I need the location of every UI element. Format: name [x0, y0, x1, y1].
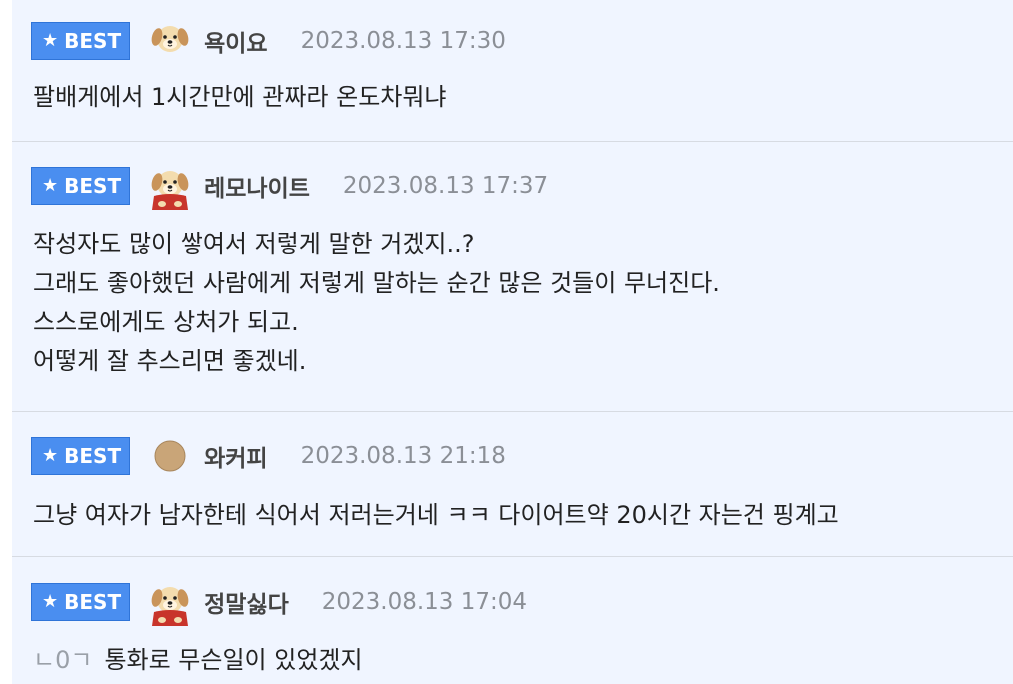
comment-line: ㄴ0ㄱ 통화로 무슨일이 있었겠지 [33, 641, 363, 680]
star-icon: ★ [42, 445, 59, 466]
comment-header: ★ BEST 레모나이트 2023.08.13 17:37 [31, 164, 549, 210]
comment-text: 팔배게에서 1시간만에 관짜라 온도차뭐냐 [33, 78, 447, 117]
comment-line: 그래도 좋아했던 사람에게 저렇게 말하는 순간 많은 것들이 무너진다. [33, 269, 720, 297]
nickname[interactable]: 욕이요 [204, 24, 267, 58]
comment-header: ★ BEST 정말싫다 2023.08.13 17:04 [31, 580, 528, 626]
nickname[interactable]: 정말싫다 [204, 585, 289, 619]
comment-line: 스스로에게도 상처가 되고. [33, 308, 299, 336]
nickname[interactable]: 레모나이트 [204, 169, 310, 203]
comment-line: 그냥 여자가 남자한테 식어서 저러는거네 ㅋㅋ 다이어트약 20시간 자는건 … [33, 501, 839, 529]
comment-header: ★ BEST 욕이요 2023.08.13 17:30 [31, 21, 506, 61]
reply-mark: ㄴ0ㄱ [33, 646, 93, 674]
comment-line: 작성자도 많이 쌓여서 저렇게 말한 거겠지..? [33, 230, 475, 258]
star-icon: ★ [42, 175, 59, 196]
brown-circle-icon[interactable] [148, 434, 192, 478]
star-icon: ★ [42, 30, 59, 51]
comment-line-text: 통화로 무슨일이 있었겠지 [104, 646, 363, 674]
comment-line: 어떻게 잘 추스리면 좋겠네. [33, 347, 307, 375]
comment-item: ★ BEST 와커피 2023.08.13 21:18 그냥 여자가 남자한테 … [12, 412, 1013, 557]
timestamp: 2023.08.13 17:04 [321, 589, 528, 615]
timestamp: 2023.08.13 17:30 [300, 28, 506, 54]
best-badge: ★ BEST [31, 583, 131, 621]
best-badge: ★ BEST [31, 437, 131, 475]
comment-text: 그냥 여자가 남자한테 식어서 저러는거네 ㅋㅋ 다이어트약 20시간 자는건 … [33, 496, 839, 535]
comment-header: ★ BEST 와커피 2023.08.13 21:18 [31, 436, 506, 476]
timestamp: 2023.08.13 17:37 [342, 173, 549, 199]
comment-text: 작성자도 많이 쌓여서 저렇게 말한 거겠지..? 그래도 좋아했던 사람에게 … [33, 225, 720, 381]
comment-item: ★ BEST 레모나이트 2023.08.13 17:37 작성자도 많이 쌓여… [12, 142, 1013, 412]
comment-item: ★ BEST 욕이요 2023.08.13 17:30 팔배게에서 1시간만에 … [12, 0, 1013, 142]
comment-line: 팔배게에서 1시간만에 관짜라 온도차뭐냐 [33, 83, 447, 111]
nickname[interactable]: 와커피 [204, 439, 267, 473]
comment-text: ㄴ0ㄱ 통화로 무슨일이 있었겠지 [33, 641, 363, 680]
star-icon: ★ [42, 591, 59, 612]
best-badge: ★ BEST [31, 22, 131, 60]
comment-item: ★ BEST 정말싫다 2023.08.13 17:04 ㄴ0ㄱ 통화로 무슨일이… [12, 557, 1013, 684]
puppy-cape-icon[interactable] [148, 164, 192, 210]
timestamp: 2023.08.13 21:18 [300, 443, 506, 469]
best-badge: ★ BEST [31, 167, 131, 205]
puppy-icon[interactable] [148, 19, 192, 63]
puppy-cape-icon[interactable] [148, 580, 192, 626]
